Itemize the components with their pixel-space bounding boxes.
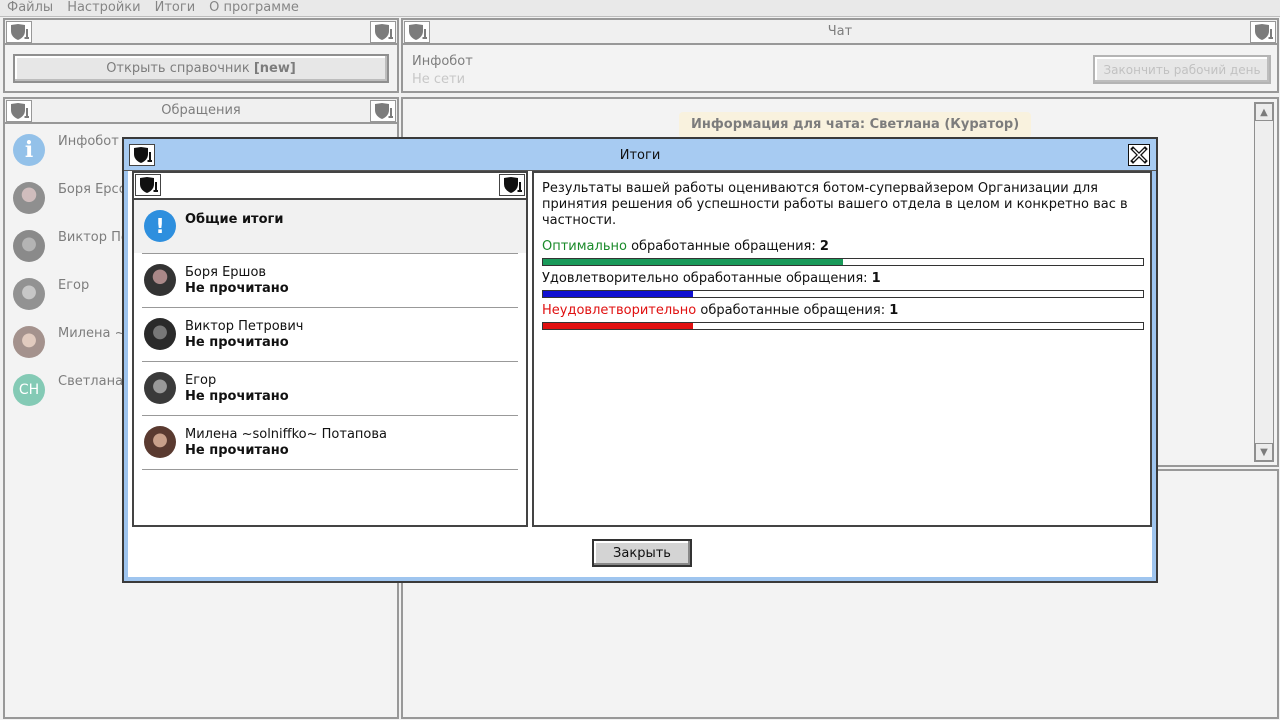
results-detail-pane: Результаты вашей работы оцениваются бото… xyxy=(532,171,1152,527)
progress-bar xyxy=(542,258,1144,266)
person-name: Боря Ершов xyxy=(185,265,267,280)
metric-word: Неудовлетворительно xyxy=(542,303,697,318)
person-status: Не прочитано xyxy=(185,443,289,458)
progress-fill xyxy=(543,259,843,265)
person-status: Не прочитано xyxy=(185,281,289,296)
progress-fill xyxy=(543,323,693,329)
metric-optimal: Оптимально обработанные обращения: 2 xyxy=(542,239,829,254)
person-name: Милена ~solniffko~ Потапова xyxy=(185,427,388,442)
progress-bar xyxy=(542,322,1144,330)
exclamation-icon: ! xyxy=(144,210,176,242)
results-dialog-titlebar: Итоги xyxy=(124,139,1156,171)
results-dialog-body: ! Общие итоги Боря Ершов Не прочитано Ви… xyxy=(128,171,1152,577)
avatar xyxy=(144,264,176,296)
divider xyxy=(142,469,518,470)
shield-pin-icon[interactable] xyxy=(499,174,525,196)
results-dialog-title: Итоги xyxy=(619,148,661,163)
metric-value: 1 xyxy=(889,303,899,318)
progress-bar xyxy=(542,290,1144,298)
metric-word: Оптимально xyxy=(542,239,627,254)
list-item[interactable]: Милена ~solniffko~ Потапова Не прочитано xyxy=(134,416,526,469)
metric-satisfactory: Удовлетворительно обработанные обращения… xyxy=(542,271,881,286)
list-item[interactable]: Егор Не прочитано xyxy=(134,362,526,415)
metric-unsatisfactory: Неудовлетворительно обработанные обращен… xyxy=(542,303,898,318)
shield-pin-icon[interactable] xyxy=(135,174,161,196)
person-status: Не прочитано xyxy=(185,335,289,350)
summary-label: Общие итоги xyxy=(185,212,284,227)
results-intro-text: Результаты вашей работы оцениваются бото… xyxy=(542,181,1128,228)
summary-item[interactable]: ! Общие итоги xyxy=(134,200,526,253)
avatar xyxy=(144,372,176,404)
close-icon[interactable] xyxy=(1128,144,1150,166)
metric-text: Удовлетворительно обработанные обращения… xyxy=(542,271,872,286)
results-dialog: Итоги ! Общие итоги Боря Ершов Не прочит… xyxy=(122,137,1158,583)
people-list-header xyxy=(134,173,526,200)
metric-value: 2 xyxy=(819,239,829,254)
avatar xyxy=(144,426,176,458)
progress-fill xyxy=(543,291,693,297)
list-item[interactable]: Боря Ершов Не прочитано xyxy=(134,254,526,307)
close-button[interactable]: Закрыть xyxy=(592,539,692,567)
person-name: Егор xyxy=(185,373,217,388)
avatar xyxy=(144,318,176,350)
person-status: Не прочитано xyxy=(185,389,289,404)
results-people-list: ! Общие итоги Боря Ершов Не прочитано Ви… xyxy=(132,171,528,527)
shield-pin-icon[interactable] xyxy=(129,144,155,166)
metric-text: обработанные обращения: xyxy=(626,239,820,254)
list-item[interactable]: Виктор Петрович Не прочитано xyxy=(134,308,526,361)
metric-text: обработанные обращения: xyxy=(696,303,890,318)
person-name: Виктор Петрович xyxy=(185,319,304,334)
metric-value: 1 xyxy=(871,271,881,286)
